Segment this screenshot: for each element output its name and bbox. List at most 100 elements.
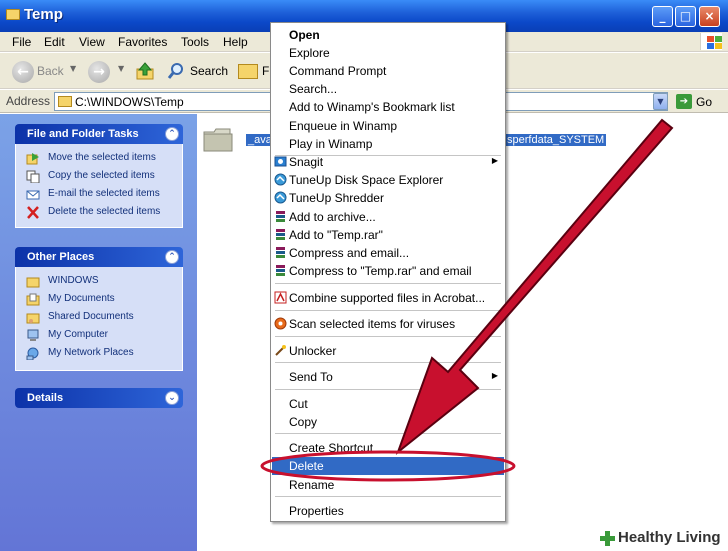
menu-item-cut[interactable]: Cut: [272, 395, 504, 413]
menu-item-tuneup-explorer[interactable]: TuneUp Disk Space Explorer: [272, 171, 504, 189]
folder-icon: [6, 9, 20, 20]
menu-item-label: Compress and email...: [289, 246, 410, 260]
address-dropdown-icon[interactable]: ▼: [653, 93, 668, 110]
menu-item-label: Combine supported files in Acrobat...: [289, 291, 486, 305]
submenu-arrow-icon: ▶: [491, 371, 498, 380]
folder-icon: [26, 277, 40, 288]
network-icon: [26, 347, 39, 360]
folder-icon[interactable]: [202, 124, 234, 156]
selected-item-name[interactable]: sperfdata_SYSTEM: [505, 134, 607, 146]
menu-item-send-to[interactable]: Send To ▶: [272, 368, 504, 386]
menu-item-label: Add to "Temp.rar": [289, 228, 383, 242]
file-tasks-panel: Move the selected items Copy the selecte…: [15, 144, 183, 228]
menu-separator: [275, 336, 501, 337]
place-label: My Documents: [48, 293, 115, 304]
task-pane: File and Folder Tasks ⌃ Move the selecte…: [0, 114, 197, 551]
menu-help[interactable]: Help: [223, 35, 248, 49]
menu-item-winamp-bookmark[interactable]: Add to Winamp's Bookmark list: [272, 98, 504, 116]
watermark-text: Healthy Living: [618, 529, 721, 546]
menu-item-label: Play in Winamp: [289, 137, 373, 151]
menu-item-open[interactable]: Open: [272, 26, 504, 44]
up-folder-icon[interactable]: [135, 61, 155, 81]
menu-view[interactable]: View: [79, 35, 105, 49]
move-icon: [26, 153, 39, 165]
menu-item-label: Scan selected items for viruses: [289, 317, 456, 331]
back-dropdown-icon[interactable]: ▼: [70, 64, 76, 73]
winrar-icon: [276, 247, 285, 258]
winrar-icon: [276, 211, 285, 222]
menu-item-delete[interactable]: Delete: [272, 457, 504, 475]
other-places-title: Other Places: [27, 251, 95, 263]
menu-item-rename[interactable]: Rename: [272, 476, 504, 494]
window-title: Temp: [24, 6, 63, 23]
go-arrow-icon[interactable]: ➔: [676, 94, 692, 109]
menu-file[interactable]: File: [12, 35, 31, 49]
go-button[interactable]: Go: [696, 95, 712, 109]
menu-item-scan-viruses[interactable]: Scan selected items for viruses: [272, 315, 504, 333]
tuneup-icon: [274, 191, 287, 204]
other-places-header[interactable]: Other Places ⌃: [15, 247, 183, 267]
menu-item-command-prompt[interactable]: Command Prompt: [272, 62, 504, 80]
task-label: Copy the selected items: [48, 170, 155, 181]
task-label: E-mail the selected items: [48, 188, 160, 199]
menu-edit[interactable]: Edit: [44, 35, 65, 49]
back-button[interactable]: Back: [37, 64, 64, 78]
menu-item-copy[interactable]: Copy: [272, 413, 504, 431]
menu-item-label: Enqueue in Winamp: [289, 119, 398, 133]
forward-dropdown-icon[interactable]: ▼: [118, 64, 124, 73]
search-icon[interactable]: [167, 62, 185, 80]
menu-item-winamp-play[interactable]: Play in Winamp: [272, 135, 504, 153]
acrobat-icon: [274, 291, 287, 304]
menu-item-create-shortcut[interactable]: Create Shortcut: [272, 439, 504, 457]
menu-item-label: Command Prompt: [289, 64, 387, 78]
menu-item-label: Rename: [289, 478, 335, 492]
folder-icon: [58, 96, 72, 107]
menu-item-compress-rar-email[interactable]: Compress to "Temp.rar" and email: [272, 262, 504, 280]
menu-item-label: TuneUp Shredder: [289, 191, 384, 205]
menu-item-label: Explore: [289, 46, 330, 60]
other-places-panel: WINDOWS My Documents Shared Documents My…: [15, 267, 183, 371]
collapse-chevron-icon[interactable]: ⌃: [165, 127, 179, 141]
task-label: Move the selected items: [48, 152, 156, 163]
menu-item-unlocker[interactable]: Unlocker: [272, 342, 504, 360]
menu-item-winamp-enqueue[interactable]: Enqueue in Winamp: [272, 117, 504, 135]
menu-item-add-to-rar[interactable]: Add to "Temp.rar": [272, 226, 504, 244]
menu-item-tuneup-shredder[interactable]: TuneUp Shredder: [272, 189, 504, 207]
menu-item-label: Unlocker: [289, 344, 337, 358]
my-documents-icon: [26, 293, 40, 306]
menu-item-compress-email[interactable]: Compress and email...: [272, 244, 504, 262]
menu-separator: [275, 310, 501, 311]
menu-separator: [275, 389, 501, 390]
menu-item-label: Cut: [289, 397, 308, 411]
health-cross-icon: [600, 531, 615, 546]
computer-icon: [27, 329, 39, 341]
details-title: Details: [27, 392, 64, 404]
minimize-button[interactable]: _: [652, 6, 673, 27]
menu-item-add-to-archive[interactable]: Add to archive...: [272, 208, 504, 226]
forward-arrow-icon[interactable]: →: [88, 61, 110, 83]
back-arrow-icon[interactable]: ←: [12, 61, 34, 83]
menu-item-label: Add to archive...: [289, 210, 376, 224]
menu-item-acrobat-combine[interactable]: Combine supported files in Acrobat...: [272, 289, 504, 307]
menu-item-snagit[interactable]: Snagit ▶: [272, 153, 504, 171]
expand-chevron-icon[interactable]: ⌄: [165, 391, 179, 405]
search-button[interactable]: Search: [190, 64, 228, 78]
menu-favorites[interactable]: Favorites: [118, 35, 167, 49]
details-header[interactable]: Details ⌄: [15, 388, 183, 408]
menu-separator: [275, 496, 501, 497]
folders-button[interactable]: F: [262, 64, 269, 78]
delete-x-icon: [27, 206, 39, 219]
menu-item-properties[interactable]: Properties: [272, 502, 504, 520]
menu-separator: [275, 433, 501, 434]
close-button[interactable]: ×: [699, 6, 720, 27]
menu-item-label: Search...: [289, 82, 338, 96]
menu-item-label: Snagit: [289, 155, 324, 169]
menu-item-search[interactable]: Search...: [272, 80, 504, 98]
menu-tools[interactable]: Tools: [181, 35, 209, 49]
shared-folder-icon: [26, 313, 40, 324]
folders-icon[interactable]: [238, 64, 258, 79]
collapse-chevron-icon[interactable]: ⌃: [165, 250, 179, 264]
file-tasks-header[interactable]: File and Folder Tasks ⌃: [15, 124, 183, 144]
maximize-button[interactable]: □: [675, 6, 696, 27]
menu-item-explore[interactable]: Explore: [272, 44, 504, 62]
